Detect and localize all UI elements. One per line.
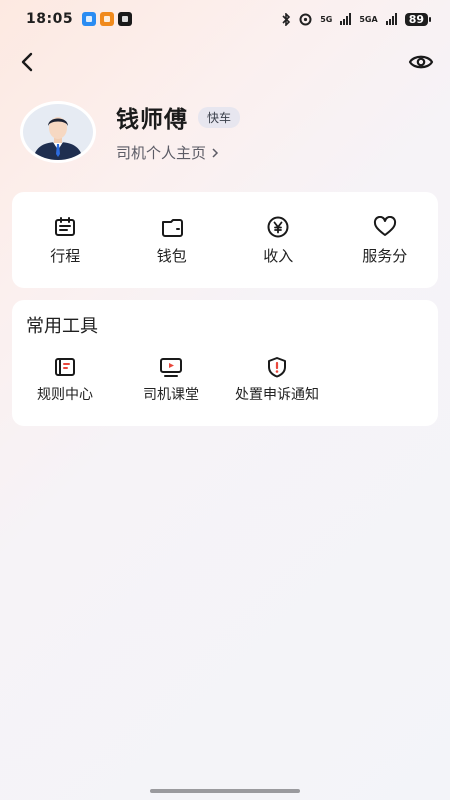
status-right: 5G 5GA 89: [281, 12, 432, 26]
tool-label: 司机课堂: [143, 387, 199, 403]
tool-appeal-notice[interactable]: 处置申诉通知: [224, 356, 330, 404]
menu-item-label: 行程: [50, 247, 81, 265]
main-menu-card: 行程 钱包 收入 服务分: [12, 192, 438, 288]
tool-label: 处置申诉通知: [235, 387, 319, 403]
status-bar: 18:05 5G 5GA 89: [0, 0, 450, 38]
status-time: 18:05: [26, 11, 74, 27]
yen-icon: [267, 216, 289, 238]
chevron-left-icon: [21, 52, 33, 72]
menu-item-income[interactable]: 收入: [225, 192, 332, 288]
driver-profile: 钱师傅 快车 司机个人主页: [20, 100, 241, 163]
driver-homepage-link[interactable]: 司机个人主页: [116, 142, 240, 163]
app-notification-icon: [100, 12, 115, 26]
alert-shield-icon: [268, 357, 286, 378]
location-icon: [299, 13, 312, 25]
driver-name: 钱师傅: [116, 107, 188, 133]
calendar-icon: [55, 217, 76, 236]
app-notification-icon: [118, 12, 133, 26]
bluetooth-icon: [282, 12, 291, 26]
menu-item-label: 收入: [263, 247, 294, 265]
menu-item-label: 服务分: [362, 247, 408, 265]
app-notification-icon: [82, 12, 97, 26]
privacy-toggle-button[interactable]: [406, 48, 436, 76]
eye-icon: [408, 55, 434, 69]
tool-label: 规则中心: [37, 387, 93, 403]
video-class-icon: [160, 358, 182, 377]
rulebook-icon: [55, 358, 75, 376]
chevron-right-icon: [212, 147, 219, 158]
top-nav: [0, 46, 450, 78]
wallet-icon: [161, 219, 183, 237]
avatar: [20, 100, 96, 163]
tools-section-title: 常用工具: [26, 316, 98, 337]
menu-item-label: 钱包: [156, 247, 187, 265]
battery-level: 89: [404, 12, 432, 26]
tool-driver-class[interactable]: 司机课堂: [118, 356, 224, 404]
network-type-2: 5GA: [359, 14, 378, 24]
heart-icon: [373, 216, 396, 236]
menu-item-trips[interactable]: 行程: [12, 192, 119, 288]
service-type-badge: 快车: [198, 106, 241, 128]
common-tools-card: 常用工具 规则中心 司机课堂 处置申诉通知: [12, 300, 438, 426]
driver-avatar-icon: [33, 116, 83, 160]
status-app-icons: [82, 12, 133, 26]
menu-item-wallet[interactable]: 钱包: [119, 192, 226, 288]
signal-icon: [385, 13, 397, 25]
network-type-1: 5G: [320, 14, 333, 24]
menu-item-service-score[interactable]: 服务分: [332, 192, 439, 288]
homepage-link-label: 司机个人主页: [116, 144, 207, 162]
tool-rule-center[interactable]: 规则中心: [12, 356, 118, 404]
back-button[interactable]: [14, 48, 42, 76]
signal-icon: [340, 13, 352, 25]
home-indicator[interactable]: [150, 789, 300, 793]
